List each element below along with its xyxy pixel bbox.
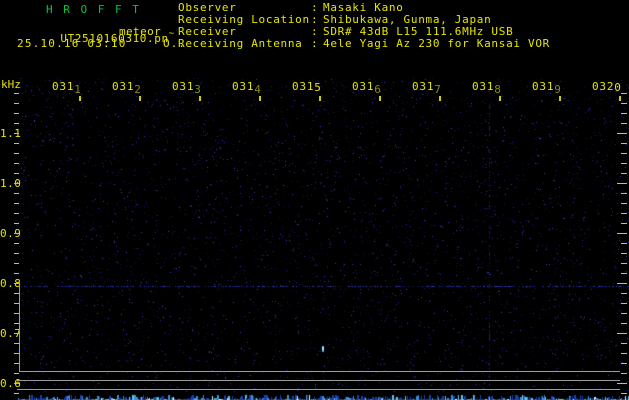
hrofft-screen: H R O F F T UT2510160310.pn~ meteor 25.1…	[0, 0, 629, 400]
spectrogram-canvas	[0, 0, 629, 400]
